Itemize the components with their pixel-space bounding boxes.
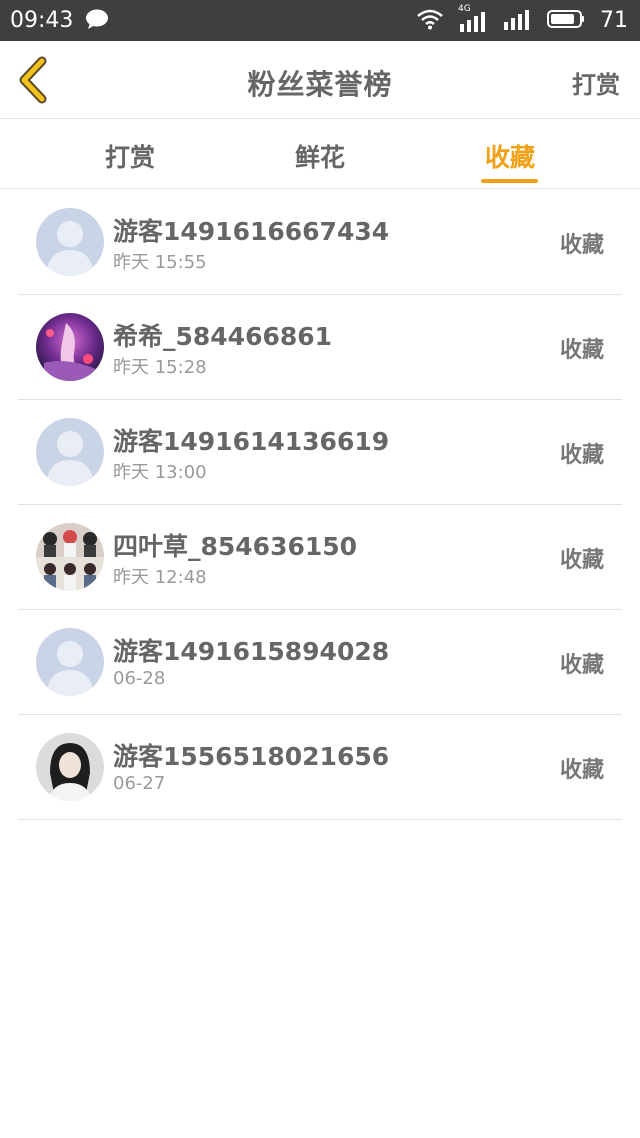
status-bar: 09:43 4G 71 [0,0,640,41]
favorite-label: 收藏 [559,233,604,258]
default-avatar-icon [36,418,104,486]
favorite-label: 收藏 [559,443,604,468]
favorite-label: 收藏 [559,653,604,678]
tab-reward[interactable]: 打赏 [90,138,170,174]
list-item[interactable]: 游客1491615894028 06-28 收藏 [18,610,622,715]
fan-name: 游客1556518021656 [113,742,390,771]
fan-time: 昨天 12:48 [113,567,207,588]
cellular-4g-icon: 4G [458,4,488,32]
tab-bar: 打赏 鲜花 收藏 [0,120,640,189]
default-avatar-icon [36,208,104,276]
default-avatar-icon [36,628,104,696]
chat-notification-icon [85,8,109,34]
fan-name: 游客1491614136619 [113,427,390,456]
fan-name: 游客1491616667434 [113,217,390,246]
fan-name: 希希_584466861 [113,322,333,351]
wifi-icon [416,8,444,34]
favorite-label: 收藏 [559,548,604,573]
status-time: 09:43 [10,8,74,33]
list-item[interactable]: 游客1556518021656 06-27 收藏 [18,715,622,820]
tab-flowers[interactable]: 鲜花 [280,138,360,174]
fan-time: 06-27 [113,773,166,794]
favorite-label: 收藏 [559,338,604,363]
network-type: 4G [458,3,471,14]
active-tab-indicator [481,179,538,183]
app-header: 粉丝菜誉榜 打赏 [0,41,640,119]
fan-name: 四叶草_854636150 [113,532,358,561]
fan-list: 游客1491616667434 昨天 15:55 收藏 希希_584466861… [18,190,622,820]
battery-icon [546,8,586,34]
reward-button[interactable]: 打赏 [572,65,620,100]
page-title: 粉丝菜誉榜 [247,68,393,101]
group-photo-avatar [36,523,104,591]
battery-level: 71 [600,8,628,33]
fan-time: 昨天 15:28 [113,357,207,378]
fan-time: 昨天 15:55 [113,252,207,273]
fan-time: 昨天 13:00 [113,462,207,483]
fan-time: 06-28 [113,668,166,689]
cellular-signal-icon [502,8,532,34]
list-item[interactable]: 希希_584466861 昨天 15:28 收藏 [18,295,622,400]
favorite-label: 收藏 [559,758,604,783]
tab-favorites[interactable]: 收藏 [470,138,550,174]
list-item[interactable]: 游客1491616667434 昨天 15:55 收藏 [18,190,622,295]
fan-name: 游客1491615894028 [113,637,390,666]
anime-avatar [36,313,104,381]
portrait-avatar [36,733,104,801]
list-item[interactable]: 四叶草_854636150 昨天 12:48 收藏 [18,505,622,610]
list-item[interactable]: 游客1491614136619 昨天 13:00 收藏 [18,400,622,505]
